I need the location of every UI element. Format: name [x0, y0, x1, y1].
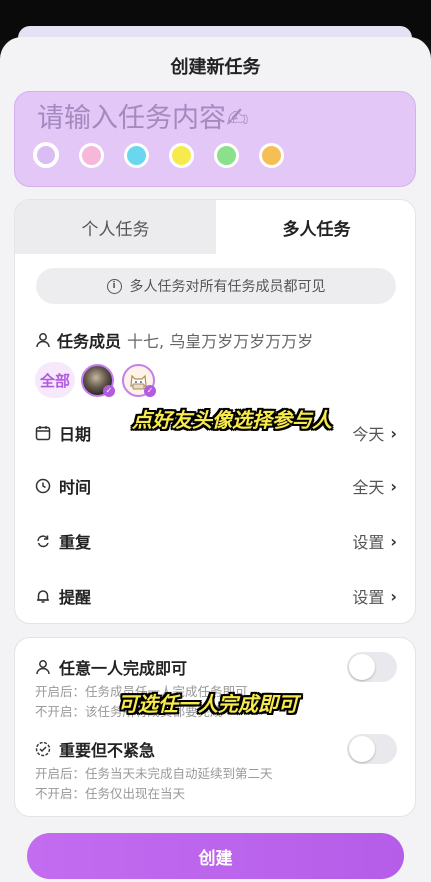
anyone-toggle[interactable]: [347, 652, 397, 682]
color-option-selected[interactable]: [33, 142, 59, 168]
remind-value: 设置: [352, 588, 385, 607]
create-task-sheet: 创建新任务 请输入任务内容✍ 个人任务 多人任务 i 多人任务对所有任务成员都可…: [0, 37, 431, 882]
remind-row[interactable]: 提醒 设置 ›: [35, 583, 397, 609]
check-icon: ✓: [144, 384, 156, 397]
create-button[interactable]: 创建: [27, 833, 404, 879]
person-icon: [36, 333, 50, 348]
date-label: 日期: [59, 425, 92, 444]
important-off-text: 不开启：任务仅出现在当天: [35, 786, 186, 801]
person-icon: [35, 659, 51, 675]
color-option-cyan[interactable]: [124, 142, 149, 168]
time-label: 时间: [59, 478, 92, 497]
members-names: 十七, 乌皇万岁万岁万万岁: [127, 332, 314, 351]
chevron-right-icon: ›: [390, 586, 397, 606]
notice-text: 多人任务对所有任务成员都可见: [129, 279, 326, 295]
check-icon: ✓: [103, 384, 115, 397]
time-value: 全天: [352, 478, 385, 497]
important-option: 重要但不紧急 开启后：任务当天未完成自动延续到第二天 不开启：任务仅出现在当天: [35, 734, 397, 804]
important-toggle[interactable]: [347, 734, 397, 764]
avatar[interactable]: ✓: [122, 363, 156, 397]
members-label: 任务成员: [57, 332, 122, 351]
check-circle-icon: [35, 741, 51, 757]
task-input[interactable]: 请输入任务内容✍: [37, 96, 249, 135]
important-title: 重要但不紧急: [59, 741, 156, 760]
color-option-pink[interactable]: [79, 142, 104, 168]
repeat-icon: [35, 533, 51, 549]
color-picker: [33, 142, 304, 168]
caption-avatar-hint: 点好友头像选择参与人: [132, 408, 332, 432]
date-value: 今天: [352, 425, 385, 444]
repeat-value: 设置: [352, 533, 385, 552]
caption-anyone-hint: 可选任一人完成即可: [118, 692, 298, 716]
task-type-tabs: 个人任务 多人任务: [15, 200, 415, 254]
select-all-button[interactable]: 全部: [35, 362, 75, 398]
color-option-green[interactable]: [214, 142, 239, 168]
time-row[interactable]: 时间 全天 ›: [35, 473, 397, 499]
visibility-notice: i 多人任务对所有任务成员都可见: [36, 268, 396, 304]
repeat-label: 重复: [59, 533, 92, 552]
bell-icon: [35, 588, 51, 604]
color-option-orange[interactable]: [259, 142, 284, 168]
color-option-yellow[interactable]: [169, 142, 194, 168]
clock-icon: [35, 478, 51, 494]
toggle-knob: [349, 654, 375, 680]
important-on-text: 开启后：任务当天未完成自动延续到第二天: [35, 766, 273, 781]
anyone-title: 任意一人完成即可: [59, 659, 188, 678]
task-input-card[interactable]: 请输入任务内容✍: [14, 91, 416, 187]
chevron-right-icon: ›: [390, 423, 397, 443]
sheet-title: 创建新任务: [170, 57, 261, 78]
calendar-icon: [35, 425, 51, 441]
member-avatars: 全部 ✓ ✓: [35, 362, 163, 398]
chevron-right-icon: ›: [390, 476, 397, 496]
tab-personal[interactable]: 个人任务: [15, 200, 216, 254]
avatar[interactable]: ✓: [81, 363, 115, 397]
toggle-knob: [349, 736, 375, 762]
remind-label: 提醒: [59, 588, 92, 607]
info-icon: i: [106, 278, 122, 294]
chevron-right-icon: ›: [390, 531, 397, 551]
tab-group[interactable]: 多人任务: [216, 200, 415, 254]
repeat-row[interactable]: 重复 设置 ›: [35, 528, 397, 554]
members-row[interactable]: 任务成员 十七, 乌皇万岁万岁万万岁: [35, 328, 313, 352]
options-card: 任意一人完成即可 开启后：任务成员任一人完成任务即可 不开启：该任务所有成员都要…: [14, 637, 416, 817]
